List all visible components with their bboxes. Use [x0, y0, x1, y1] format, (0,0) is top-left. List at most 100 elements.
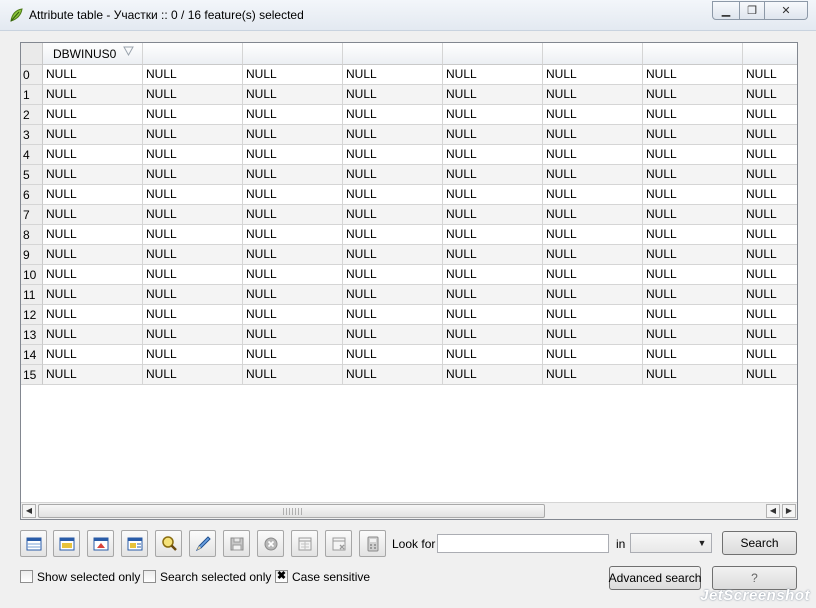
table-cell[interactable]: NULL	[143, 105, 243, 125]
horizontal-scrollbar[interactable]: ◀ ◀ ▶	[21, 502, 797, 519]
table-cell[interactable]: NULL	[543, 105, 643, 125]
table-cell[interactable]: NULL	[243, 285, 343, 305]
table-cell[interactable]: NULL	[243, 345, 343, 365]
table-cell[interactable]: NULL	[343, 85, 443, 105]
table-cell[interactable]: NULL	[143, 65, 243, 85]
table-cell[interactable]: NULL	[643, 145, 743, 165]
column-header[interactable]: DBWINUS0	[43, 43, 143, 65]
row-header[interactable]: 8	[21, 225, 43, 245]
table-cell[interactable]: NULL	[443, 345, 543, 365]
column-header[interactable]	[743, 43, 797, 65]
table-cell[interactable]: NULL	[143, 225, 243, 245]
search-button[interactable]: Search	[722, 531, 797, 555]
table-cell[interactable]: NULL	[43, 105, 143, 125]
table-cell[interactable]: NULL	[443, 125, 543, 145]
column-header[interactable]	[143, 43, 243, 65]
table-cell[interactable]: NULL	[143, 185, 243, 205]
table-cell[interactable]: NULL	[443, 165, 543, 185]
table-cell[interactable]: NULL	[543, 85, 643, 105]
table-cell[interactable]: NULL	[143, 265, 243, 285]
table-cell[interactable]: NULL	[743, 145, 797, 165]
table-cell[interactable]: NULL	[343, 325, 443, 345]
table-cell[interactable]: NULL	[443, 145, 543, 165]
table-cell[interactable]: NULL	[743, 245, 797, 265]
table-cell[interactable]: NULL	[343, 65, 443, 85]
table-cell[interactable]: NULL	[643, 205, 743, 225]
column-header[interactable]	[643, 43, 743, 65]
row-header[interactable]: 10	[21, 265, 43, 285]
new-column-button[interactable]	[291, 530, 318, 557]
advanced-search-button[interactable]: Advanced search	[609, 566, 701, 590]
table-cell[interactable]: NULL	[443, 85, 543, 105]
select-all-button[interactable]	[53, 530, 80, 557]
table-cell[interactable]: NULL	[643, 265, 743, 285]
close-window-button[interactable]: ✕	[765, 1, 808, 20]
column-header[interactable]	[543, 43, 643, 65]
table-cell[interactable]: NULL	[443, 265, 543, 285]
row-header[interactable]: 6	[21, 185, 43, 205]
row-header[interactable]: 7	[21, 205, 43, 225]
table-cell[interactable]: NULL	[243, 145, 343, 165]
row-header[interactable]: 11	[21, 285, 43, 305]
column-header[interactable]	[443, 43, 543, 65]
table-cell[interactable]: NULL	[343, 225, 443, 245]
table-cell[interactable]: NULL	[243, 365, 343, 385]
table-cell[interactable]: NULL	[143, 245, 243, 265]
table-cell[interactable]: NULL	[43, 85, 143, 105]
table-cell[interactable]: NULL	[443, 185, 543, 205]
table-cell[interactable]: NULL	[43, 125, 143, 145]
grid-corner[interactable]	[21, 43, 43, 65]
table-cell[interactable]: NULL	[343, 185, 443, 205]
scroll-thumb[interactable]	[38, 504, 545, 518]
table-cell[interactable]: NULL	[643, 245, 743, 265]
table-cell[interactable]: NULL	[343, 165, 443, 185]
column-header[interactable]	[243, 43, 343, 65]
row-header[interactable]: 14	[21, 345, 43, 365]
table-cell[interactable]: NULL	[443, 285, 543, 305]
row-header[interactable]: 0	[21, 65, 43, 85]
table-cell[interactable]: NULL	[443, 225, 543, 245]
table-cell[interactable]: NULL	[243, 325, 343, 345]
unselect-all-button[interactable]	[20, 530, 47, 557]
table-cell[interactable]: NULL	[43, 345, 143, 365]
table-cell[interactable]: NULL	[543, 245, 643, 265]
minimize-button[interactable]: ▁	[712, 1, 740, 20]
table-cell[interactable]: NULL	[643, 225, 743, 245]
table-cell[interactable]: NULL	[43, 365, 143, 385]
table-cell[interactable]: NULL	[543, 165, 643, 185]
table-cell[interactable]: NULL	[243, 245, 343, 265]
table-cell[interactable]: NULL	[743, 285, 797, 305]
row-header[interactable]: 3	[21, 125, 43, 145]
row-header[interactable]: 13	[21, 325, 43, 345]
table-cell[interactable]: NULL	[743, 325, 797, 345]
table-cell[interactable]: NULL	[143, 325, 243, 345]
table-cell[interactable]: NULL	[643, 185, 743, 205]
row-header[interactable]: 2	[21, 105, 43, 125]
table-cell[interactable]: NULL	[743, 165, 797, 185]
table-cell[interactable]: NULL	[443, 245, 543, 265]
table-cell[interactable]: NULL	[143, 145, 243, 165]
row-header[interactable]: 4	[21, 145, 43, 165]
search-input[interactable]	[437, 534, 609, 553]
table-cell[interactable]: NULL	[443, 205, 543, 225]
table-cell[interactable]: NULL	[243, 125, 343, 145]
row-header[interactable]: 12	[21, 305, 43, 325]
table-cell[interactable]: NULL	[543, 345, 643, 365]
table-cell[interactable]: NULL	[243, 305, 343, 325]
table-cell[interactable]: NULL	[43, 65, 143, 85]
table-cell[interactable]: NULL	[343, 305, 443, 325]
table-cell[interactable]: NULL	[243, 105, 343, 125]
table-cell[interactable]: NULL	[643, 365, 743, 385]
row-header[interactable]: 9	[21, 245, 43, 265]
table-cell[interactable]: NULL	[243, 85, 343, 105]
table-cell[interactable]: NULL	[743, 85, 797, 105]
table-cell[interactable]: NULL	[43, 165, 143, 185]
table-cell[interactable]: NULL	[343, 125, 443, 145]
table-cell[interactable]: NULL	[743, 125, 797, 145]
delete-column-button[interactable]	[325, 530, 352, 557]
table-cell[interactable]: NULL	[43, 205, 143, 225]
table-cell[interactable]: NULL	[743, 185, 797, 205]
table-cell[interactable]: NULL	[643, 85, 743, 105]
row-header[interactable]: 1	[21, 85, 43, 105]
scroll-right-button[interactable]: ▶	[782, 504, 796, 518]
